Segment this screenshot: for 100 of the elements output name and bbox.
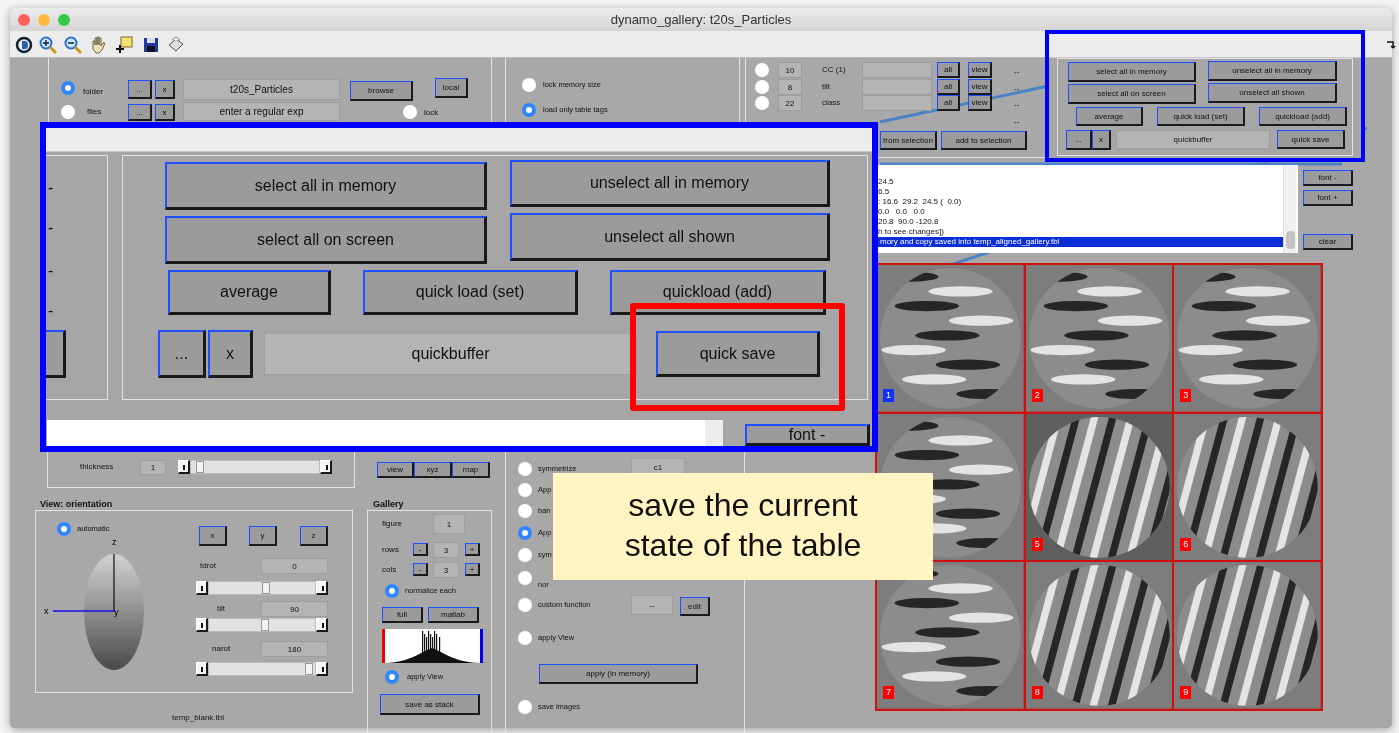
button[interactable]: unselect all shown [510,213,830,261]
button[interactable]: font - [745,424,870,446]
button[interactable]: font - [1303,170,1353,186]
button[interactable]: x [155,80,175,99]
button[interactable]: matlab [428,607,479,623]
particle-number[interactable]: 1 [883,389,894,402]
scroll-left-button[interactable] [196,662,208,676]
quick-save-button[interactable]: quick save [656,331,820,377]
button[interactable]: all [937,95,960,111]
button[interactable]: - [413,563,428,576]
button[interactable]: from selection [880,131,937,150]
button[interactable]: average [168,270,331,315]
zoom-button[interactable] [58,14,70,26]
text-field[interactable]: t20s_Particles [183,79,340,100]
button[interactable]: xyz [414,462,452,478]
text-field[interactable]: 10 [778,62,802,78]
text-field[interactable] [862,95,932,111]
button[interactable]: select all in memory [165,162,487,210]
text-field[interactable]: 8 [778,79,802,95]
rotate-icon[interactable] [14,35,34,55]
button[interactable]: x [155,104,175,121]
text-field[interactable]: 3 [433,542,459,558]
button[interactable]: unselect all in memory [1208,61,1337,81]
slider-thumb[interactable] [305,663,313,675]
button[interactable]: ... [158,330,206,378]
close-button[interactable] [18,14,30,26]
button[interactable]: select all in memory [1068,62,1196,82]
slider-thumb[interactable] [195,461,204,473]
save-icon[interactable] [141,35,161,55]
quick-save-button[interactable]: quick save [1277,130,1345,149]
button[interactable]: select all on screen [165,216,487,264]
button[interactable]: save as stack [380,694,480,715]
text-field[interactable]: 180 [261,641,328,657]
particle-number[interactable]: 2 [1031,389,1043,402]
button[interactable]: all [937,79,960,95]
button[interactable]: quick load (set) [1157,107,1245,126]
button[interactable]: clear [1303,234,1353,250]
button[interactable]: quick load (set) [363,270,578,315]
particle-number[interactable]: 5 [1031,537,1043,551]
scrollbar[interactable] [1283,165,1296,253]
text-field[interactable]: quickbuffer [1116,130,1270,149]
zoom-out-icon[interactable] [63,35,83,55]
button[interactable]: full [382,607,423,623]
particle-number[interactable]: 6 [1180,537,1192,551]
button[interactable]: average [1076,107,1143,126]
particle-number[interactable]: 3 [1180,389,1192,402]
scroll-right-button[interactable] [316,618,328,632]
slider-thumb[interactable] [261,619,269,631]
text-field[interactable]: -- [631,595,673,615]
scroll-right-button[interactable] [316,581,328,595]
slider-thumb[interactable] [262,582,270,594]
particle-number[interactable]: 8 [1031,686,1043,700]
button[interactable]: view [377,462,414,478]
text-field[interactable]: 1 [140,460,166,475]
button[interactable]: ... [128,80,152,99]
button[interactable]: x [1092,130,1111,150]
button[interactable]: ... [128,104,152,121]
scroll-right-button[interactable] [316,662,328,676]
particle-number[interactable]: 7 [883,686,894,700]
button[interactable]: + [465,543,480,556]
text-field[interactable]: quickbuffer [264,333,637,375]
button[interactable]: unselect all shown [1208,83,1337,103]
button[interactable]: y [249,526,277,546]
text-field[interactable]: 1 [433,514,465,534]
scroll-right-button[interactable] [320,460,332,474]
text-field[interactable]: enter a regular exp [183,102,340,121]
button[interactable]: x [208,330,253,378]
text-field[interactable]: 22 [778,95,802,111]
button[interactable]: view [968,95,992,111]
text-field[interactable]: 3 [433,562,459,578]
button[interactable]: z [300,526,328,546]
button[interactable]: all [937,62,960,78]
button[interactable]: - [413,543,428,556]
text-field[interactable]: 0 [261,558,328,574]
scroll-thumb[interactable] [1286,231,1295,249]
minimize-button[interactable] [38,14,50,26]
button[interactable]: quickload (add) [1259,107,1347,126]
button[interactable]: add to selection [941,131,1027,150]
browse-button[interactable]: browse [350,81,413,101]
button[interactable]: select all on screen [1068,84,1196,104]
button[interactable]: edit [680,597,710,616]
text-field[interactable]: 90 [261,601,328,617]
button[interactable]: map [452,462,490,478]
zoom-in-icon[interactable] [38,35,58,55]
scroll-left-button[interactable] [196,581,208,595]
button[interactable]: view [968,62,992,78]
button[interactable]: font + [1303,190,1353,206]
button[interactable]: unselect all in memory [510,160,830,207]
button[interactable]: view [968,79,992,95]
button[interactable]: local [435,78,468,98]
button[interactable]: apply (in memory) [539,664,698,684]
scroll-left-button[interactable] [196,618,208,632]
particle-number[interactable]: 9 [1180,686,1192,700]
panel-title: Gallery [371,499,406,509]
tooltip: save the current state of the table [553,473,933,580]
button[interactable]: + [465,563,480,576]
button[interactable]: x [199,526,227,546]
scroll-left-button[interactable] [178,460,190,474]
button[interactable]: ... [1066,130,1092,150]
data-cursor-icon[interactable] [114,35,134,55]
